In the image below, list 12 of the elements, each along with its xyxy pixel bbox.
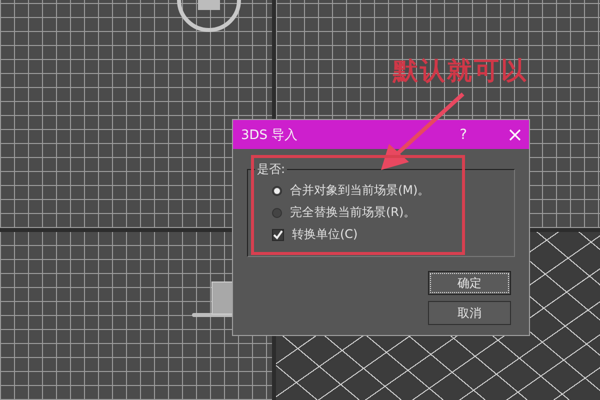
radio-button[interactable] <box>272 186 282 196</box>
dialog-title: 3DS 导入 <box>241 126 299 144</box>
checkbox[interactable] <box>272 228 284 240</box>
option-label[interactable]: 完全替换当前场景(R)。 <box>290 204 416 221</box>
cancel-button[interactable]: 取消 <box>428 301 511 325</box>
option-label[interactable]: 转换单位(C) <box>292 226 358 243</box>
group-label: 是否: <box>255 161 288 178</box>
help-button[interactable]: ? <box>460 126 467 142</box>
radio-button[interactable] <box>272 208 282 218</box>
ok-button[interactable]: 确定 <box>428 271 511 295</box>
option-label[interactable]: 合并对象到当前场景(M)。 <box>290 182 430 199</box>
close-icon[interactable] <box>509 128 521 140</box>
